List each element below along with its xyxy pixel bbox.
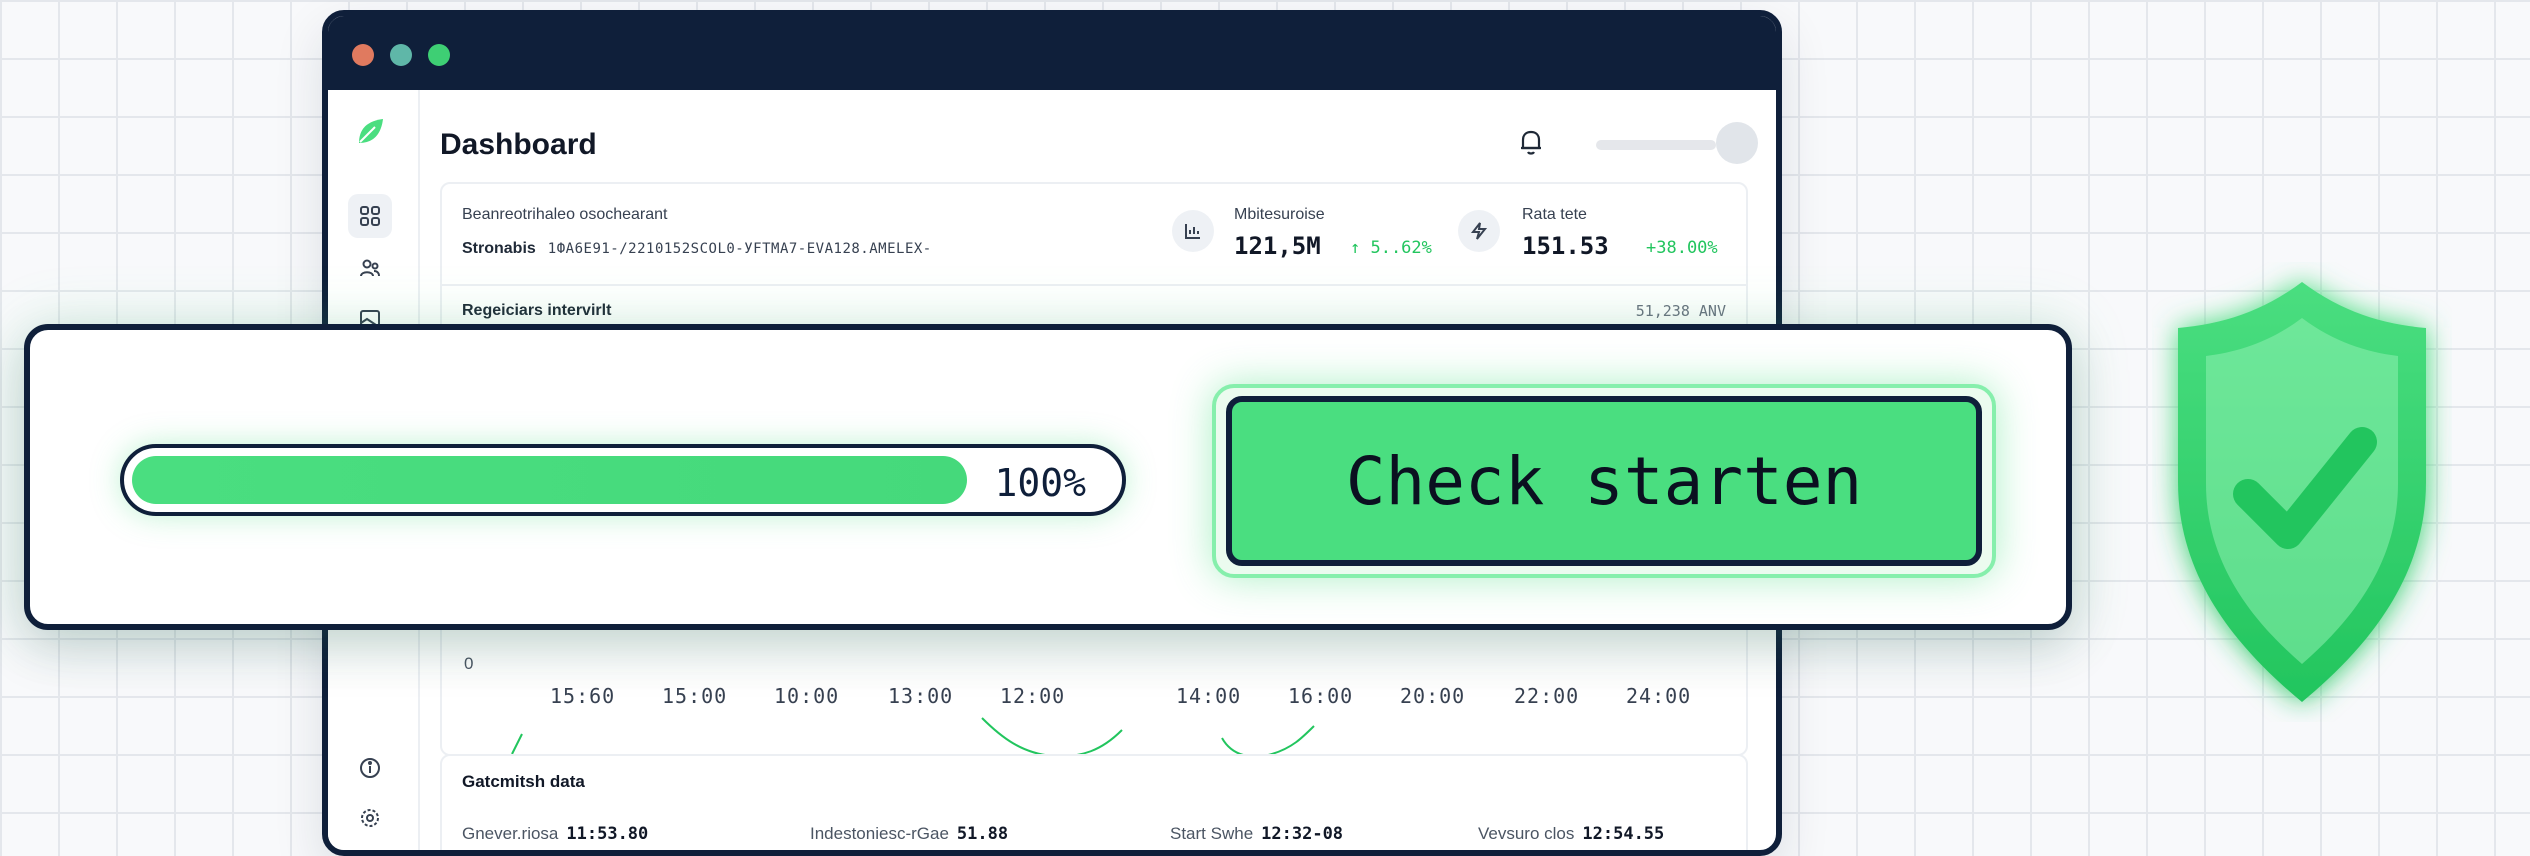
- generated-data-item: Gnever.riosa 11:53.80: [462, 824, 648, 844]
- metric1-delta: ↑ 5..62%: [1350, 238, 1432, 258]
- generated-data-item-label: Gnever.riosa: [462, 824, 559, 843]
- metric2-value: 151.53: [1522, 232, 1609, 260]
- metric2-delta: +38.00%: [1646, 238, 1718, 258]
- check-start-button[interactable]: Check starten: [1226, 396, 1982, 566]
- lightning-icon: [1458, 210, 1500, 252]
- leaf-logo-icon: [348, 110, 392, 154]
- generated-data-item: Indestoniesc-rGae 51.88: [810, 824, 1008, 844]
- x-tick: 12:00: [1000, 684, 1066, 708]
- users-icon[interactable]: [348, 246, 392, 290]
- summary-detail-label: Stronabis: [462, 240, 536, 257]
- info-icon[interactable]: [348, 746, 392, 790]
- x-tick: 20:00: [1400, 684, 1466, 708]
- generated-data-item-value: 11:53.80: [566, 824, 649, 844]
- x-tick: 10:00: [774, 684, 840, 708]
- grid-icon[interactable]: [348, 194, 392, 238]
- progress-percent-label: 100%: [994, 461, 1086, 505]
- summary-detail: Stronabis 1ФА6Е91-/2210152SСОL0-УFTМА7-ЕV…: [462, 240, 932, 258]
- progress-bar: 100%: [120, 444, 1126, 516]
- summary-subheading-value: 51,238 ANV: [1635, 302, 1726, 320]
- generated-data-item: Vevsuro clos 12:54.55: [1478, 824, 1664, 844]
- generated-data-item-label: Indestoniesc-rGae: [810, 824, 949, 843]
- summary-divider: [442, 284, 1746, 286]
- generated-data-item: Start Swhe 12:32-08: [1170, 824, 1343, 844]
- x-tick: 16:00: [1288, 684, 1354, 708]
- x-tick: 13:00: [888, 684, 954, 708]
- generated-data-title: Gatcmitsh data: [462, 772, 585, 791]
- generated-data-item-label: Start Swhe: [1170, 824, 1254, 843]
- shield-check-icon: [2152, 262, 2452, 722]
- x-tick: 15:60: [550, 684, 616, 708]
- avatar[interactable]: [1716, 122, 1758, 164]
- page-title: Dashboard: [440, 128, 597, 161]
- search-bar[interactable]: [1596, 140, 1716, 150]
- metric1-value: 121,5M: [1234, 232, 1321, 260]
- bell-icon[interactable]: [1518, 128, 1544, 161]
- metric1-label: Mbitesuroise: [1234, 206, 1325, 223]
- close-window-button[interactable]: [352, 44, 374, 66]
- summary-subheading: Regeiciars intervirlt: [462, 302, 612, 319]
- minimize-window-button[interactable]: [390, 44, 412, 66]
- summary-detail-value: 1ФА6Е91-/2210152SСОL0-УFTМА7-ЕVА128.АМЕL…: [547, 241, 932, 257]
- x-tick: 24:00: [1626, 684, 1692, 708]
- x-tick: 15:00: [662, 684, 728, 708]
- settings-icon[interactable]: [348, 796, 392, 840]
- y-axis-zero-label: 0: [464, 654, 474, 673]
- progress-bar-fill: [132, 456, 967, 504]
- check-panel: 100% Check starten: [24, 324, 2072, 630]
- x-tick: 14:00: [1176, 684, 1242, 708]
- window-titlebar: [328, 16, 1776, 90]
- generated-data-item-value: 12:32-08: [1261, 824, 1344, 844]
- chart-icon: [1172, 210, 1214, 252]
- summary-heading: Beanreotrihaleo osochearant: [462, 206, 668, 223]
- generated-data-card: Gatcmitsh data Gnever.riosa 11:53.80 Inde…: [440, 754, 1748, 850]
- generated-data-item-value: 51.88: [956, 824, 1009, 844]
- maximize-window-button[interactable]: [428, 44, 450, 66]
- metric2-label: Rata tete: [1522, 206, 1587, 223]
- generated-data-item-value: 12:54.55: [1582, 824, 1665, 844]
- x-tick: 22:00: [1514, 684, 1580, 708]
- generated-data-item-label: Vevsuro clos: [1478, 824, 1575, 843]
